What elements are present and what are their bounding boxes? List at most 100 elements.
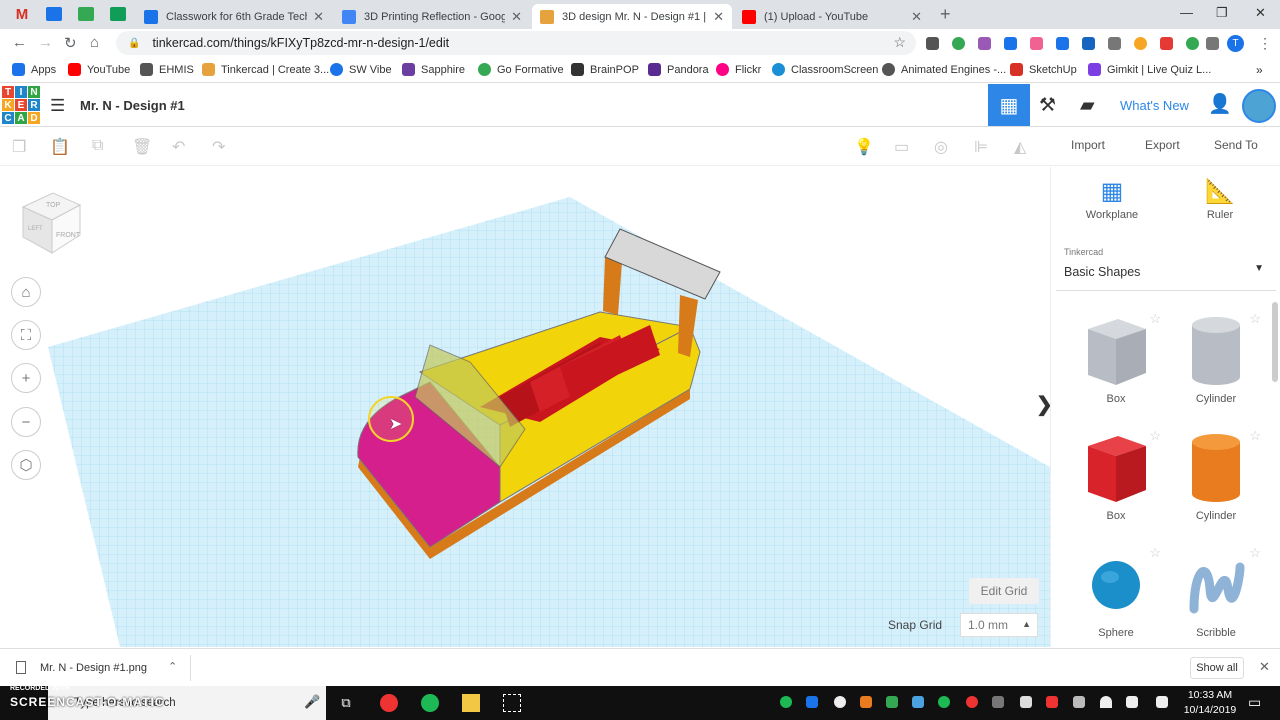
- bookmark-sw-vibe[interactable]: SW Vibe: [330, 63, 392, 76]
- collapse-panel-chevron-icon[interactable]: ❯: [1036, 392, 1050, 417]
- task-view-icon[interactable]: ⧉: [337, 694, 355, 712]
- snipping-tool-icon[interactable]: [503, 694, 521, 712]
- bookmark-brainpop[interactable]: BrainPOP: [571, 63, 639, 76]
- shape-box[interactable]: ☆ Box: [1071, 428, 1161, 522]
- codeblocks-pickaxe-icon[interactable]: ⚒: [1039, 94, 1056, 117]
- bookmark-tinkercad[interactable]: Tinkercad | Create 3...: [202, 63, 329, 76]
- shape-scribble[interactable]: ☆ Scribble: [1171, 545, 1261, 639]
- favorite-star-icon[interactable]: ☆: [1149, 428, 1161, 444]
- drive-pinned-tab[interactable]: [46, 7, 62, 21]
- more-bookmarks-icon[interactable]: »: [1256, 63, 1263, 77]
- bookmark-sketchup[interactable]: SketchUp: [1010, 63, 1077, 76]
- tab-classwork[interactable]: Classwork for 6th Grade Tech Ed ✕: [136, 4, 332, 29]
- favorite-star-icon[interactable]: ☆: [1149, 545, 1161, 561]
- chevron-up-icon[interactable]: ⌃: [168, 660, 177, 673]
- show-all-button[interactable]: Show all: [1190, 657, 1244, 679]
- close-tab-icon[interactable]: ✕: [511, 9, 522, 25]
- extension-icon[interactable]: [1108, 37, 1121, 50]
- favorite-star-icon[interactable]: ☆: [1149, 311, 1161, 327]
- design-title[interactable]: Mr. N - Design #1: [80, 98, 185, 113]
- extension-icon[interactable]: [1030, 37, 1043, 50]
- snap-grid-select[interactable]: 1.0 mm ▲: [960, 613, 1038, 637]
- extension-icon[interactable]: [1134, 37, 1147, 50]
- tab-youtube[interactable]: (1) Upload - YouTube ✕: [734, 4, 930, 29]
- bookmark-go-formative[interactable]: Go Formative: [478, 63, 564, 76]
- group-icon[interactable]: ◎: [934, 137, 948, 157]
- shape-box-hole[interactable]: ☆ Box: [1071, 311, 1161, 405]
- notification-icon[interactable]: ▭: [1248, 694, 1261, 711]
- favorite-star-icon[interactable]: ☆: [1249, 545, 1261, 561]
- extension-icon[interactable]: [1004, 37, 1017, 50]
- bookmark-apps[interactable]: Apps: [12, 63, 56, 76]
- gmail-pinned-tab[interactable]: M: [10, 6, 34, 23]
- zoom-out-icon[interactable]: −: [11, 407, 41, 437]
- tray-icon[interactable]: [938, 696, 950, 708]
- tray-icon[interactable]: [860, 696, 872, 708]
- battery-icon[interactable]: [1020, 696, 1032, 708]
- bookmark-ehmis[interactable]: EHMIS: [140, 63, 194, 76]
- export-button[interactable]: Export: [1145, 138, 1180, 152]
- sidebar-scrollbar[interactable]: [1272, 302, 1278, 382]
- file-explorer-icon[interactable]: [462, 694, 480, 712]
- extension-icon[interactable]: [952, 37, 965, 50]
- back-button[interactable]: ←: [12, 34, 27, 51]
- align-icon[interactable]: ⊫: [974, 137, 988, 157]
- extension-icon[interactable]: [1186, 37, 1199, 50]
- taskbar-clock[interactable]: 10:33 AM 10/14/2019: [1180, 688, 1240, 718]
- home-button[interactable]: ⌂: [90, 34, 99, 51]
- user-avatar[interactable]: [1242, 89, 1276, 123]
- add-user-icon[interactable]: 👤: [1208, 92, 1232, 116]
- tab-reflection[interactable]: 3D Printing Reflection - Google D ✕: [334, 4, 530, 29]
- undo-icon[interactable]: ↶: [172, 137, 185, 157]
- redo-icon[interactable]: ↷: [212, 137, 225, 157]
- pen-icon[interactable]: [1156, 696, 1168, 708]
- shape-sphere[interactable]: ☆ Sphere: [1071, 545, 1161, 639]
- bookmark-gimkit[interactable]: Gimkit | Live Quiz L...: [1088, 63, 1211, 76]
- close-tab-icon[interactable]: ✕: [313, 9, 324, 25]
- edit-grid-button[interactable]: Edit Grid: [969, 578, 1039, 604]
- paste-icon[interactable]: 📋: [50, 137, 70, 157]
- shape-library-select[interactable]: Tinkercad Basic Shapes ▼: [1056, 239, 1276, 291]
- zoom-in-icon[interactable]: +: [11, 363, 41, 393]
- extension-icon[interactable]: [926, 37, 939, 50]
- import-button[interactable]: Import: [1071, 138, 1105, 152]
- tray-icon[interactable]: [992, 696, 1004, 708]
- bookmark-youtube[interactable]: YouTube: [68, 63, 130, 76]
- favorite-star-icon[interactable]: ☆: [1249, 311, 1261, 327]
- bookmark-animated-engines[interactable]: Animated Engines -...: [882, 63, 1006, 76]
- minimize-button[interactable]: —: [1180, 5, 1193, 20]
- tinkercad-logo[interactable]: T I N K E R C A D: [2, 86, 40, 124]
- copy-icon[interactable]: ❐: [12, 137, 26, 157]
- reload-button[interactable]: ↻: [64, 34, 77, 52]
- bookmark-pandora[interactable]: Pandora: [648, 63, 709, 76]
- close-tab-icon[interactable]: ✕: [911, 9, 922, 25]
- tray-icon[interactable]: [806, 696, 818, 708]
- shape-cylinder[interactable]: ☆ Cylinder: [1171, 428, 1261, 522]
- tray-icon[interactable]: [1073, 696, 1085, 708]
- extension-icon[interactable]: [978, 37, 991, 50]
- extension-icon[interactable]: [1160, 37, 1173, 50]
- duplicate-icon[interactable]: ⧉: [92, 137, 103, 155]
- microphone-icon[interactable]: 🎤: [304, 694, 320, 710]
- address-bar[interactable]: 🔒 tinkercad.com/things/kFIXyTp8zcd-mr-n-…: [116, 31, 916, 55]
- tab-tinkercad[interactable]: 3D design Mr. N - Design #1 | Tin ✕: [532, 4, 732, 29]
- mirror-icon[interactable]: ◭: [1014, 137, 1026, 157]
- note-icon[interactable]: ▭: [894, 137, 909, 157]
- bookmark-sapphire[interactable]: Sapphire: [402, 63, 465, 76]
- extension-icon[interactable]: [1056, 37, 1069, 50]
- delete-icon[interactable]: 🗑: [132, 137, 152, 157]
- shape-cylinder-hole[interactable]: ☆ Cylinder: [1171, 311, 1261, 405]
- bookmark-classroomscreen[interactable]: ClassroomScreen: [772, 63, 878, 76]
- whats-new-link[interactable]: What's New: [1120, 98, 1189, 113]
- extension-icon[interactable]: [1206, 37, 1219, 50]
- 3d-view-grid-icon[interactable]: ▦: [988, 84, 1030, 126]
- bookmark-star-icon[interactable]: ☆: [893, 34, 906, 51]
- close-window-button[interactable]: ✕: [1255, 5, 1266, 21]
- profile-avatar[interactable]: T: [1227, 35, 1244, 52]
- lightbulb-icon[interactable]: 💡: [854, 137, 874, 157]
- wifi-icon[interactable]: [1100, 696, 1112, 708]
- sheets-pinned-tab[interactable]: [110, 7, 126, 21]
- drive-pinned-tab-2[interactable]: [78, 7, 94, 21]
- volume-icon[interactable]: [1126, 696, 1138, 708]
- browser-menu-icon[interactable]: ⋮: [1258, 35, 1272, 52]
